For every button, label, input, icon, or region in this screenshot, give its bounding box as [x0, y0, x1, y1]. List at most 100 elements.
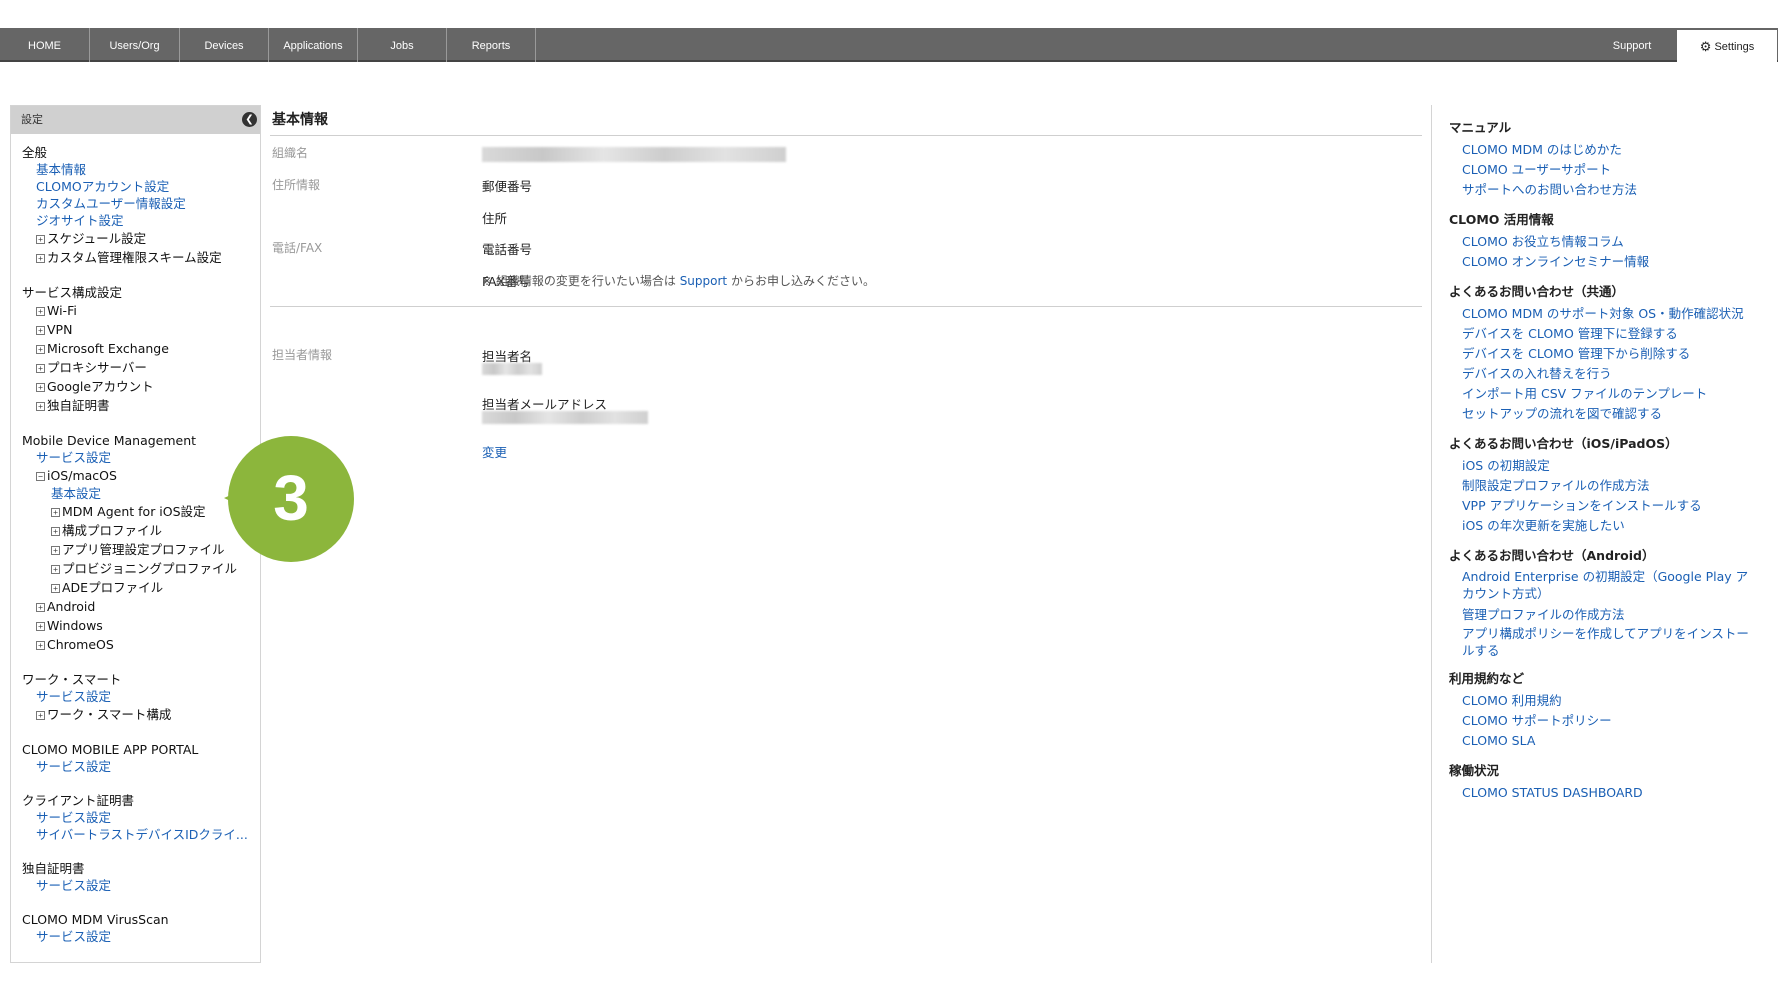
nav-reports[interactable]: Reports: [447, 28, 536, 62]
collapse-icon[interactable]: −: [36, 472, 45, 481]
sidebar-item-label: Microsoft Exchange: [47, 341, 169, 356]
help-group-heading: 稼働状況: [1449, 763, 1500, 778]
sidebar-header: 設定 ❮: [11, 106, 260, 134]
expand-icon[interactable]: +: [36, 402, 45, 411]
sidebar-item-android[interactable]: + Android: [22, 597, 260, 616]
help-link[interactable]: CLOMO 利用規約: [1449, 691, 1778, 711]
help-group-status: 稼働状況 CLOMO STATUS DASHBOARD: [1449, 762, 1778, 803]
expand-icon[interactable]: +: [36, 622, 45, 631]
sidebar-item-own-cert[interactable]: + 独自証明書: [22, 396, 260, 415]
sidebar-link-app-portal-service[interactable]: サービス設定: [22, 758, 260, 775]
sidebar-item-vpn[interactable]: + VPN: [22, 320, 260, 339]
help-link[interactable]: インポート用 CSV ファイルのテンプレート: [1449, 384, 1778, 404]
expand-icon[interactable]: +: [36, 345, 45, 354]
sidebar-item-custom-permission[interactable]: + カスタム管理権限スキーム設定: [22, 248, 260, 267]
sidebar-section-client-cert: クライアント証明書 サービス設定 サイバートラストデバイスIDクライ...: [22, 792, 260, 843]
help-group-terms: 利用規約など CLOMO 利用規約 CLOMO サポートポリシー CLOMO S…: [1449, 670, 1778, 751]
nav-home[interactable]: HOME: [0, 28, 90, 62]
sidebar-item-label: VPN: [47, 322, 73, 337]
help-link[interactable]: CLOMO STATUS DASHBOARD: [1449, 783, 1778, 803]
expand-icon[interactable]: +: [36, 364, 45, 373]
sidebar-item-windows[interactable]: + Windows: [22, 616, 260, 635]
collapse-sidebar-icon[interactable]: ❮: [242, 112, 257, 127]
nav-settings-tab[interactable]: ⚙ Settings: [1677, 30, 1777, 62]
help-link[interactable]: VPP アプリケーションをインストールする: [1449, 496, 1778, 516]
sidebar-link-work-smart-service[interactable]: サービス設定: [22, 688, 260, 705]
sidebar-link-clomo-account[interactable]: CLOMOアカウント設定: [22, 178, 260, 195]
expand-icon[interactable]: +: [36, 307, 45, 316]
nav-jobs[interactable]: Jobs: [358, 28, 447, 62]
sidebar-section-general: 全般 基本情報 CLOMOアカウント設定 カスタムユーザー情報設定 ジオサイト設…: [22, 144, 260, 267]
help-link[interactable]: 管理プロファイルの作成方法: [1449, 605, 1778, 625]
help-link[interactable]: アプリ構成ポリシーを作成してアプリをインストールする: [1449, 625, 1778, 659]
sidebar-link-client-cert-service[interactable]: サービス設定: [22, 809, 260, 826]
expand-icon[interactable]: +: [51, 527, 60, 536]
help-link[interactable]: iOS の年次更新を実施したい: [1449, 516, 1778, 536]
main-content: 基本情報 組織名 住所情報 郵便番号 住所 電話/FAX 電話番号 FAX番号 …: [270, 105, 1422, 460]
nav-devices[interactable]: Devices: [180, 28, 269, 62]
help-link[interactable]: CLOMO SLA: [1449, 731, 1778, 751]
help-link[interactable]: サポートへのお問い合わせ方法: [1449, 180, 1778, 200]
postal-code-label: 郵便番号: [482, 179, 533, 194]
expand-icon[interactable]: +: [36, 641, 45, 650]
expand-icon[interactable]: +: [51, 584, 60, 593]
help-link[interactable]: デバイスを CLOMO 管理下から削除する: [1449, 344, 1778, 364]
nav-users-org[interactable]: Users/Org: [90, 28, 180, 62]
expand-icon[interactable]: +: [36, 383, 45, 392]
expand-icon[interactable]: +: [36, 235, 45, 244]
sidebar-link-custom-user-info[interactable]: カスタムユーザー情報設定: [22, 195, 260, 212]
expand-icon[interactable]: +: [51, 565, 60, 574]
note-text: ※ 組織情報の変更を行いたい場合は: [482, 274, 680, 288]
help-link[interactable]: デバイスの入れ替えを行う: [1449, 364, 1778, 384]
help-link[interactable]: CLOMO MDM のはじめかた: [1449, 140, 1778, 160]
sidebar-section-service-config: サービス構成設定 + Wi-Fi + VPN + Microsoft Exchange…: [22, 284, 260, 415]
change-contact-link[interactable]: 変更: [482, 442, 507, 461]
help-link[interactable]: 制限設定プロファイルの作成方法: [1449, 476, 1778, 496]
help-link[interactable]: CLOMO MDM のサポート対象 OS・動作確認状況: [1449, 304, 1778, 324]
help-link[interactable]: デバイスを CLOMO 管理下に登録する: [1449, 324, 1778, 344]
help-link[interactable]: セットアップの流れを図で確認する: [1449, 404, 1778, 424]
sidebar-item-label: Windows: [47, 618, 103, 633]
support-link[interactable]: Support: [680, 274, 727, 288]
help-group-usage-info: CLOMO 活用情報 CLOMO お役立ち情報コラム CLOMO オンラインセミ…: [1449, 211, 1778, 272]
help-link[interactable]: CLOMO サポートポリシー: [1449, 711, 1778, 731]
sidebar-item-label: ADEプロファイル: [62, 580, 164, 595]
sidebar-item-exchange[interactable]: + Microsoft Exchange: [22, 339, 260, 358]
help-link[interactable]: CLOMO オンラインセミナー情報: [1449, 252, 1778, 272]
sidebar-item-schedule[interactable]: + スケジュール設定: [22, 229, 260, 248]
contact-section-label: 担当者情報: [272, 348, 333, 362]
nav-support[interactable]: Support: [1590, 28, 1674, 62]
sidebar-link-virusscan-service[interactable]: サービス設定: [22, 928, 260, 945]
expand-icon[interactable]: +: [36, 711, 45, 720]
sidebar-item-work-smart-config[interactable]: + ワーク・スマート構成: [22, 705, 260, 724]
expand-icon[interactable]: +: [36, 254, 45, 263]
expand-icon[interactable]: +: [36, 326, 45, 335]
sidebar-link-geosite[interactable]: ジオサイト設定: [22, 212, 260, 229]
sidebar-item-proxy[interactable]: + プロキシサーバー: [22, 358, 260, 377]
expand-icon[interactable]: +: [51, 546, 60, 555]
help-link[interactable]: Android Enterprise の初期設定（Google Play アカウ…: [1449, 568, 1778, 602]
help-link[interactable]: CLOMO お役立ち情報コラム: [1449, 232, 1778, 252]
sidebar-section-virusscan: CLOMO MDM VirusScan サービス設定: [22, 911, 260, 945]
help-link[interactable]: iOS の初期設定: [1449, 456, 1778, 476]
sidebar-item-ade-profile[interactable]: + ADEプロファイル: [22, 578, 260, 597]
sidebar-link-basic-info[interactable]: 基本情報: [22, 161, 260, 178]
sidebar-item-wifi[interactable]: + Wi-Fi: [22, 301, 260, 320]
sidebar-link-cybertrust[interactable]: サイバートラストデバイスIDクライ...: [22, 826, 260, 843]
sidebar-link-own-cert-service[interactable]: サービス設定: [22, 877, 260, 894]
top-nav-bar: HOME Users/Org Devices Applications Jobs…: [0, 28, 1778, 62]
expand-icon[interactable]: +: [51, 508, 60, 517]
sidebar-section-work-smart: ワーク・スマート サービス設定 + ワーク・スマート構成: [22, 671, 260, 724]
nav-applications[interactable]: Applications: [269, 28, 358, 62]
sidebar-item-google-account[interactable]: + Googleアカウント: [22, 377, 260, 396]
help-link[interactable]: CLOMO ユーザーサポート: [1449, 160, 1778, 180]
expand-icon[interactable]: +: [36, 603, 45, 612]
sidebar-item-chromeos[interactable]: + ChromeOS: [22, 635, 260, 654]
help-group-heading: よくあるお問い合わせ（iOS/iPadOS）: [1449, 436, 1678, 451]
sidebar-item-label: 独自証明書: [47, 398, 110, 413]
sidebar-section-app-portal: CLOMO MOBILE APP PORTAL サービス設定: [22, 741, 260, 775]
address-label: 住所: [482, 211, 508, 226]
help-group-heading: よくあるお問い合わせ（Android）: [1449, 548, 1655, 563]
sidebar-item-label: MDM Agent for iOS設定: [62, 504, 206, 519]
page-title: 基本情報: [270, 105, 1422, 136]
